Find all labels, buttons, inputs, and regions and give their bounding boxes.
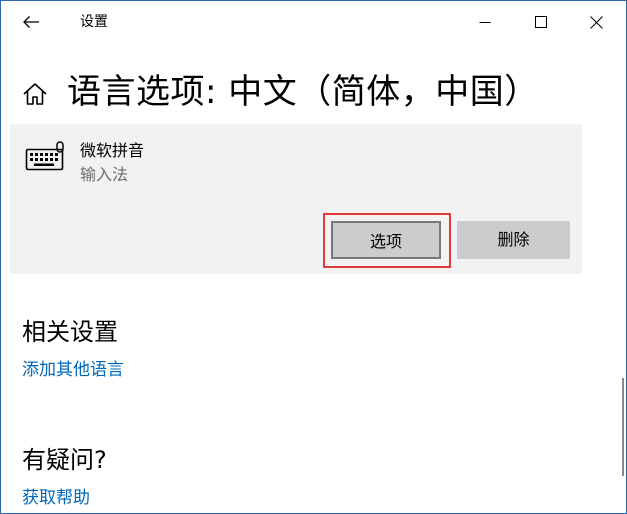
- maximize-icon: [535, 16, 547, 28]
- minimize-icon: [479, 22, 491, 23]
- scrollbar-thumb[interactable]: [622, 378, 624, 476]
- get-help-link[interactable]: 获取帮助: [22, 487, 90, 509]
- add-language-link[interactable]: 添加其他语言: [22, 359, 124, 381]
- maximize-button[interactable]: [518, 1, 564, 43]
- settings-window: 设置 语言选项: 中文（简体，中国） 微软拼音 输入法 选项 删除 相关设置 添…: [0, 0, 627, 514]
- related-settings-title: 相关设置: [22, 318, 118, 346]
- app-title: 设置: [80, 14, 108, 30]
- close-button[interactable]: [573, 1, 619, 43]
- keyboard-icon: [25, 141, 64, 171]
- title-bar: 设置: [1, 1, 626, 43]
- home-icon: [23, 83, 47, 105]
- page-title: 语言选项: 中文（简体，中国）: [67, 72, 539, 112]
- options-button[interactable]: 选项: [331, 221, 441, 259]
- arrow-left-icon: [23, 16, 39, 28]
- back-button[interactable]: [9, 5, 53, 39]
- home-button[interactable]: [22, 81, 48, 107]
- keyboard-icon-wrap: [25, 140, 67, 174]
- close-icon: [589, 15, 603, 29]
- remove-button[interactable]: 删除: [457, 221, 570, 259]
- keyboard-item-card[interactable]: 微软拼音 输入法 选项 删除: [10, 124, 582, 274]
- minimize-button[interactable]: [462, 1, 508, 43]
- ime-type: 输入法: [80, 165, 129, 184]
- questions-title: 有疑问?: [22, 446, 107, 474]
- ime-name: 微软拼音: [80, 141, 145, 160]
